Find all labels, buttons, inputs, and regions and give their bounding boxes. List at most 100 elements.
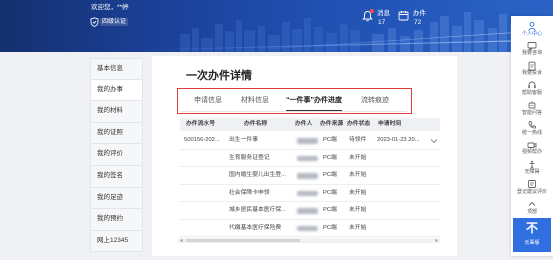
applicant-redacted xyxy=(297,155,318,161)
floating-toolbar: 个人中心 我要咨询 我要投诉 帮助客服 智能问答 统一热线 视频帮办 无障碍 登… xyxy=(511,16,553,256)
table-row[interactable]: 代缴基本医疗保险费 PC端 未开始 xyxy=(180,220,440,237)
source-cell: PC端 xyxy=(323,172,337,178)
toolbar-accessibility[interactable]: 无障碍 xyxy=(511,158,553,177)
column-header: 办件流水号 xyxy=(186,121,215,127)
toolbar-back-to-top[interactable]: 顶部 xyxy=(511,197,553,216)
table-row[interactable]: 国内婚生婴儿出生登... PC端 未开始 xyxy=(180,167,440,185)
sidebar-item-label: 我的证照 xyxy=(97,128,123,136)
case-name-cell: 社会保障卡申领 xyxy=(229,189,270,196)
source-cell: PC端 xyxy=(323,189,337,196)
feedback-icon xyxy=(528,180,536,189)
toolbar-label: 顶部 xyxy=(526,208,537,215)
sidebar-item-my-footprint[interactable]: 我的足迹 xyxy=(90,187,143,210)
cases-button[interactable]: 办件 72 xyxy=(398,8,430,30)
sidebar-item-my-materials[interactable]: 我的材料 xyxy=(90,101,143,123)
toolbar-video-help[interactable]: 视频帮办 xyxy=(511,138,553,157)
case-name-cell: 生育服务证登记 xyxy=(229,154,270,161)
status-cell: 未开始 xyxy=(349,207,367,213)
toolbar-consult[interactable]: 我要咨询 xyxy=(511,39,553,58)
headset-icon xyxy=(528,82,536,89)
applicant-redacted xyxy=(297,138,318,144)
tab-material-info[interactable]: 材料信息 xyxy=(241,97,269,105)
sidebar-item-my-signature[interactable]: 我的签名 xyxy=(90,166,143,188)
toolbar-label: 视频帮办 xyxy=(521,149,542,156)
sidebar-item-my-appointments[interactable]: 我的预约 xyxy=(90,209,143,231)
column-header: 办件人 xyxy=(295,121,313,127)
sidebar-item-label: 基本信息 xyxy=(97,65,123,72)
page-title: 一次办件详情 xyxy=(186,70,252,82)
toolbar-feedback[interactable]: 登记建议评价 xyxy=(511,177,553,196)
column-header: 办件状态 xyxy=(347,121,371,127)
table-row[interactable]: 500156-202... 出生一件事 PC端 待领件 2023-01-23 2… xyxy=(180,132,440,150)
table-row[interactable]: 社会保障卡申领 PC端 未开始 xyxy=(180,185,440,202)
toolbar-smart-qa[interactable]: 智能问答 xyxy=(511,98,553,117)
toolbar-label: 帮助客服 xyxy=(521,89,542,96)
status-cell: 待领件 xyxy=(349,137,367,143)
toolbar-label: 统一热线 xyxy=(521,129,542,136)
source-cell: PC端 xyxy=(323,154,337,161)
source-cell: PC端 xyxy=(323,137,337,143)
toolbar-hotline[interactable]: 统一热线 xyxy=(511,118,553,137)
status-cell: 未开始 xyxy=(349,154,367,161)
source-cell: PC端 xyxy=(323,207,337,213)
serial-cell: 500156-202... xyxy=(184,137,220,143)
sidebar-item-label: 我的预约 xyxy=(97,215,123,223)
table-row[interactable]: 城乡居民基本医疗保... PC端 未开始 xyxy=(180,202,440,220)
toolbar-help-service[interactable]: 帮助客服 xyxy=(511,78,553,97)
tab-application-info[interactable]: 申请信息 xyxy=(194,97,222,105)
header-skyline xyxy=(139,12,553,52)
sidebar-item-my-licenses[interactable]: 我的证照 xyxy=(90,122,143,145)
sidebar-item-label: 网上12345 xyxy=(97,236,129,244)
person-icon xyxy=(528,21,536,31)
sidebar-item-basic-info[interactable]: 基本信息 xyxy=(90,58,143,80)
toolbar-label: 我要投诉 xyxy=(521,70,542,77)
sidebar-item-label: 我的评价 xyxy=(97,150,123,158)
scroll-left-arrow-icon[interactable] xyxy=(179,238,184,243)
scrollbar-thumb[interactable] xyxy=(186,238,300,242)
messages-button[interactable]: 消息 17 xyxy=(362,8,394,30)
messages-label: 消息 xyxy=(377,10,390,17)
applicant-redacted xyxy=(297,225,318,231)
certification-badge[interactable]: 四级认证 xyxy=(90,16,132,27)
tab-one-thing-progress[interactable]: “一件事”办件进度 xyxy=(286,97,342,111)
time-cell: 2023-01-23 20... xyxy=(377,137,420,143)
messages-count: 17 xyxy=(378,18,386,26)
case-table: 办件流水号 办件名称 办件人 办件来源 办件状态 申请时间 500156-202… xyxy=(180,118,440,238)
scroll-right-arrow-icon[interactable] xyxy=(434,238,439,243)
elder-mode-button[interactable]: 不 长辈版 xyxy=(513,218,551,252)
toolbar-label: 登记建议评价 xyxy=(516,188,547,195)
calendar-icon xyxy=(398,11,409,21)
sidebar-item-my-reviews[interactable]: 我的评价 xyxy=(90,144,143,166)
sidebar-menu: 基本信息 我的办事 我的材料 我的证照 我的评价 我的签名 我的足迹 我的预约 … xyxy=(90,58,143,253)
horizontal-scrollbar[interactable] xyxy=(178,237,440,243)
status-cell: 未开始 xyxy=(349,172,367,178)
robot-icon xyxy=(528,101,536,109)
welcome-text: 欢迎您，**婷 xyxy=(91,4,129,11)
elder-mode-glyph: 不 xyxy=(525,221,538,235)
column-header: 申请时间 xyxy=(378,121,402,127)
sidebar-item-label: 我的签名 xyxy=(97,172,123,179)
top-header: 欢迎您，**婷 四级认证 消息 17 办件 72 xyxy=(0,0,553,52)
case-name-cell: 代缴基本医疗保险费 xyxy=(229,224,282,231)
sidebar-item-my-affairs[interactable]: 我的办事 xyxy=(90,79,143,102)
table-row[interactable]: 生育服务证登记 PC端 未开始 xyxy=(180,150,440,167)
tab-transfer-trace[interactable]: 流转痕迹 xyxy=(361,97,389,105)
cases-label: 办件 xyxy=(413,10,426,17)
cases-count: 72 xyxy=(414,18,422,26)
case-name-cell: 城乡居民基本医疗保... xyxy=(229,207,287,213)
source-cell: PC端 xyxy=(323,224,337,231)
certification-label: 四级认证 xyxy=(100,17,129,26)
sidebar-item-online-12345[interactable]: 网上12345 xyxy=(90,230,143,253)
chevron-down-icon[interactable] xyxy=(430,138,438,144)
tabs-highlight-frame: 申请信息 材料信息 “一件事”办件进度 流转痕迹 xyxy=(177,88,412,114)
sidebar-item-label: 我的足迹 xyxy=(97,193,123,201)
notification-dot xyxy=(370,9,374,13)
column-header: 办件名称 xyxy=(244,121,268,127)
toolbar-label: 我要咨询 xyxy=(521,50,542,57)
toolbar-label: 个人中心 xyxy=(521,30,542,37)
toolbar-personal-center[interactable]: 个人中心 xyxy=(511,19,553,38)
status-cell: 未开始 xyxy=(349,189,367,196)
toolbar-complaint[interactable]: 我要投诉 xyxy=(511,59,553,78)
applicant-redacted xyxy=(297,190,318,196)
case-name-cell: 出生一件事 xyxy=(229,137,258,143)
